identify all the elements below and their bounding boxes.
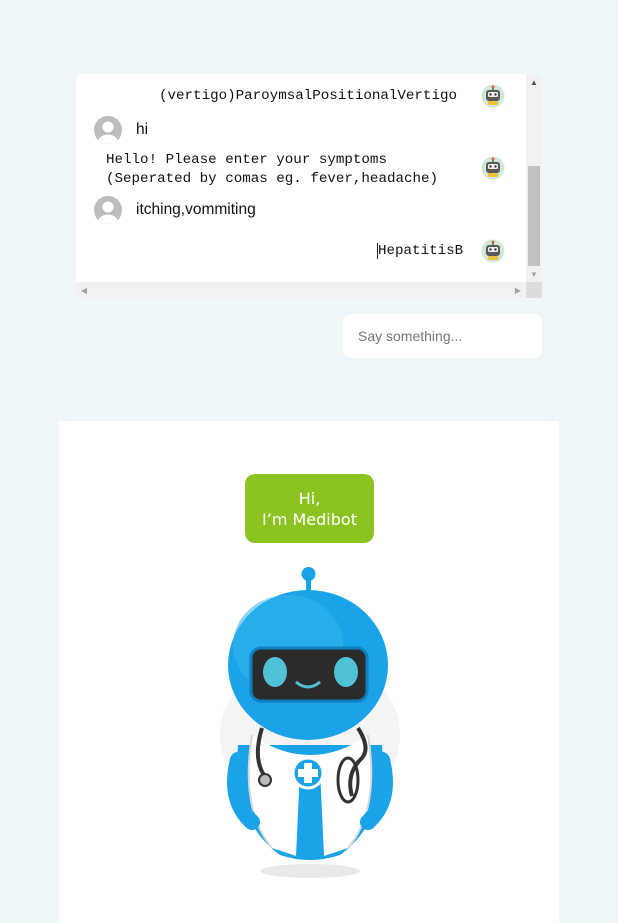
scroll-right-arrow-icon[interactable]: ▶ bbox=[510, 282, 526, 298]
user-avatar-icon bbox=[94, 196, 122, 224]
bot-message-text: HepatitisB bbox=[378, 243, 464, 259]
chat-window[interactable]: (vertigo)ParoymsalPositionalVertigo hi H… bbox=[76, 74, 542, 298]
user-message-text: itching,vommiting bbox=[136, 201, 256, 218]
scroll-up-arrow-icon[interactable]: ▲ bbox=[526, 74, 542, 90]
user-message: hi bbox=[76, 116, 526, 144]
chat-input[interactable] bbox=[343, 314, 542, 358]
scrollbar-thumb[interactable] bbox=[528, 166, 540, 266]
bot-message-text: (vertigo)ParoymsalPositionalVertigo bbox=[159, 88, 457, 104]
scroll-left-arrow-icon[interactable]: ◀ bbox=[76, 282, 92, 298]
bot-message: (vertigo)ParoymsalPositionalVertigo bbox=[76, 84, 526, 108]
user-avatar-icon bbox=[94, 116, 122, 144]
robot-avatar-icon bbox=[481, 156, 505, 180]
user-message-text: hi bbox=[136, 121, 149, 138]
scrollbar-corner bbox=[526, 282, 542, 298]
medibot-robot-illustration bbox=[200, 560, 420, 885]
user-message: itching,vommiting bbox=[76, 196, 526, 224]
greeting-bubble: Hi, I’m Medibot bbox=[245, 474, 374, 543]
greeting-line1: Hi, bbox=[298, 488, 321, 508]
bot-message-text-line2: (Seperated by comas eg. fever,headache) bbox=[106, 171, 439, 187]
greeting-line2: I’m Medibot bbox=[262, 509, 357, 529]
horizontal-scrollbar[interactable]: ◀ ▶ bbox=[76, 282, 526, 298]
robot-avatar-icon bbox=[481, 84, 505, 108]
bot-message: Hello! Please enter your symptoms (Seper… bbox=[76, 150, 526, 190]
scroll-down-arrow-icon[interactable]: ▼ bbox=[526, 266, 542, 282]
robot-avatar-icon bbox=[481, 239, 505, 263]
vertical-scrollbar[interactable]: ▲ ▼ bbox=[526, 74, 542, 282]
chat-log: (vertigo)ParoymsalPositionalVertigo hi H… bbox=[76, 74, 526, 282]
bot-message: HepatitisB bbox=[76, 238, 526, 264]
bot-message-text-line1: Hello! Please enter your symptoms bbox=[106, 152, 387, 168]
